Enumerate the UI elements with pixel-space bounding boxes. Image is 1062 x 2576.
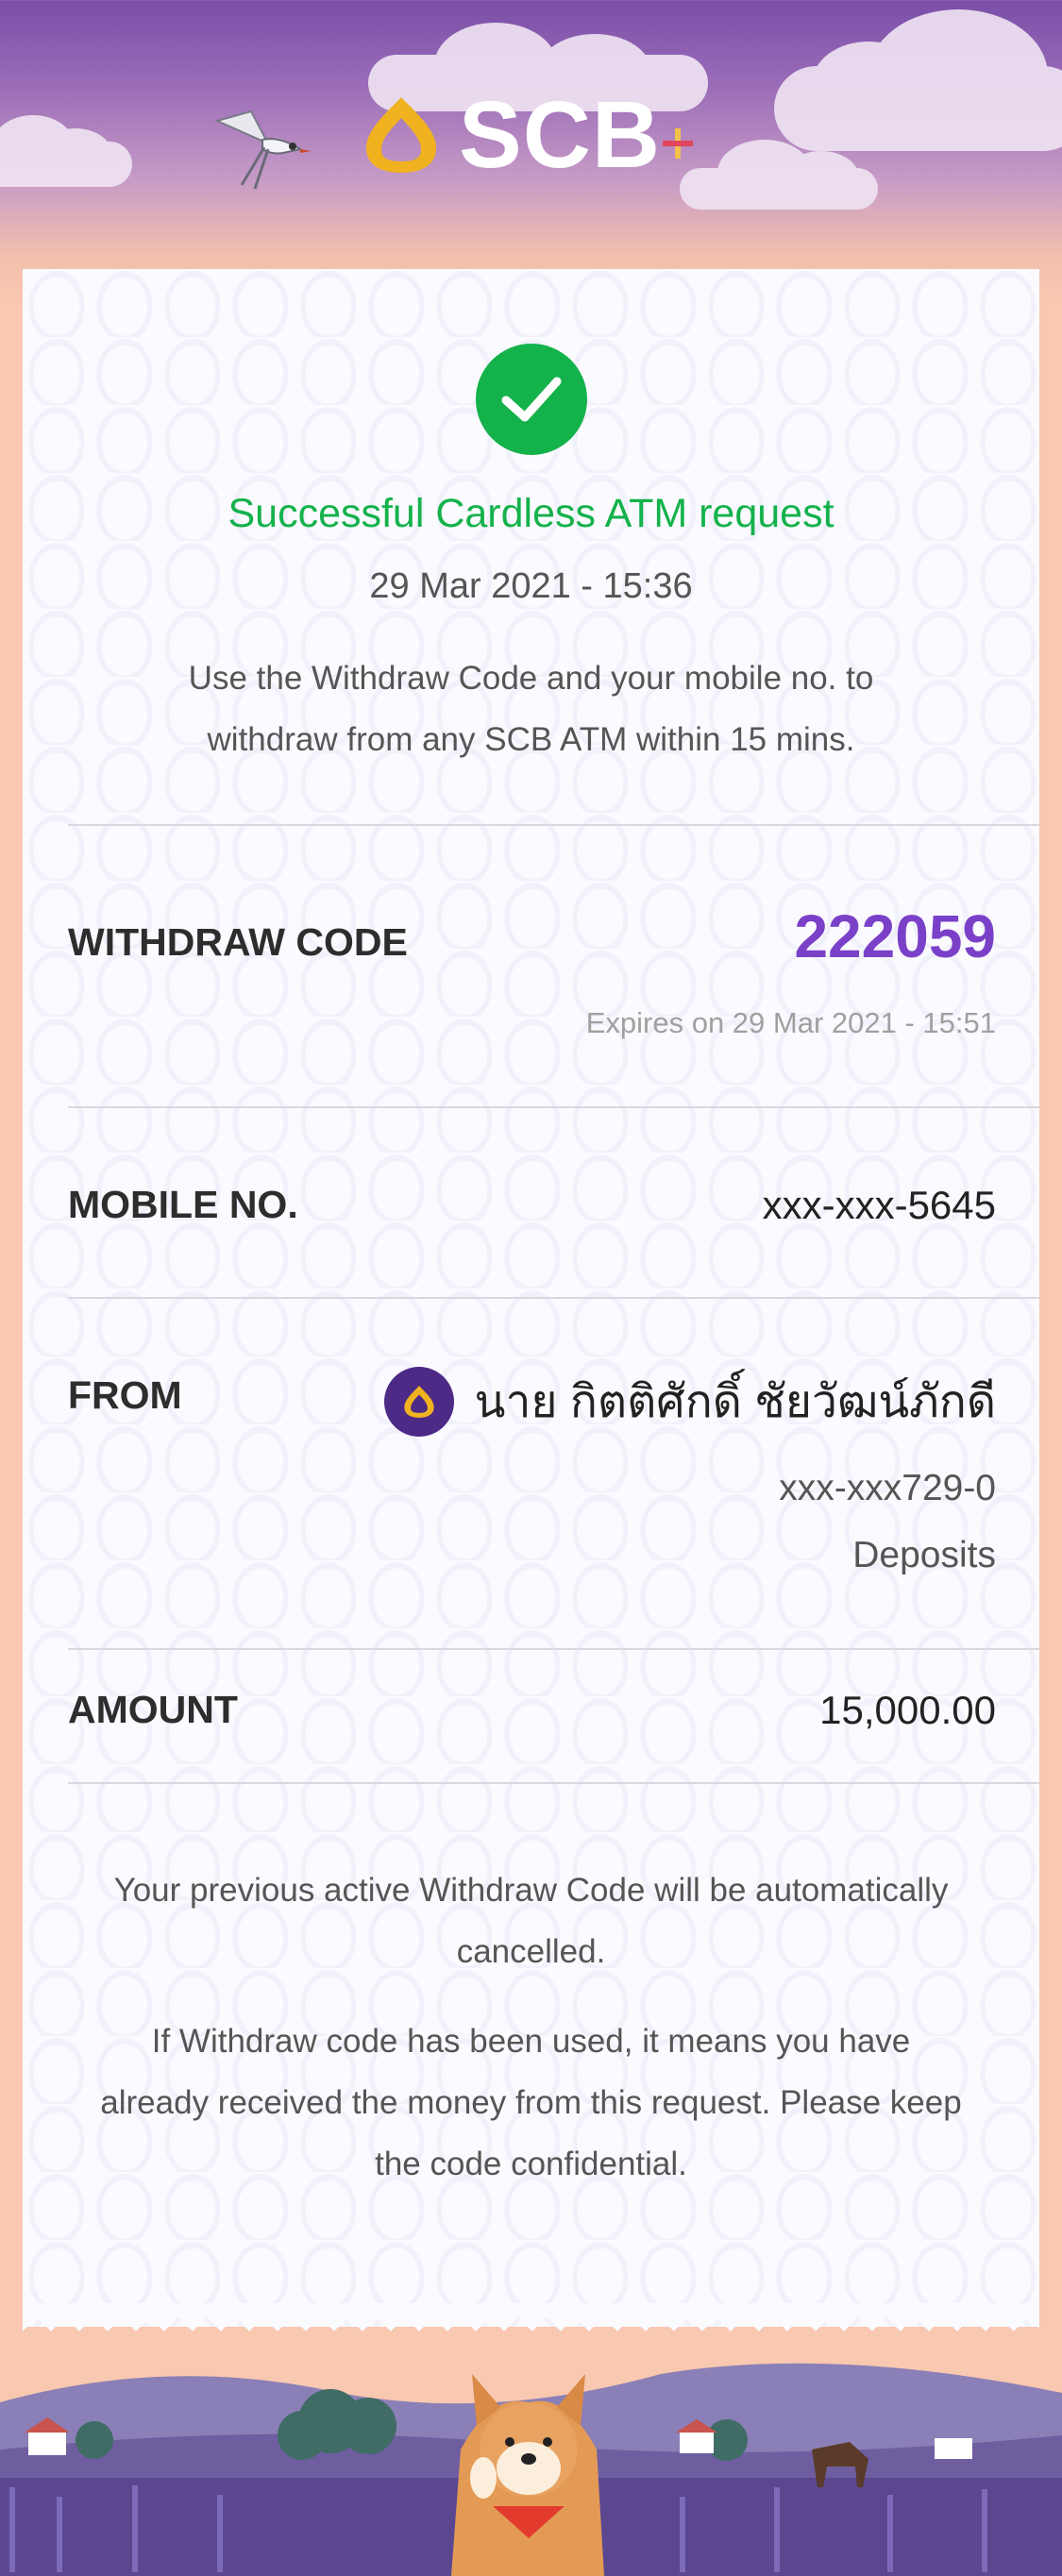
from-account-type: Deposits: [852, 1535, 996, 1575]
status-title: Successful Cardless ATM request: [228, 491, 834, 536]
divider: [68, 1648, 1039, 1650]
divider: [68, 824, 1039, 826]
receipt-zigzag-edge: [23, 2303, 1039, 2332]
from-account-number: xxx-xxx729-0: [779, 1468, 996, 1508]
scb-account-icon: [383, 1367, 454, 1437]
cloud-decoration: [680, 140, 878, 210]
brand-name: SCB: [459, 82, 662, 188]
divider: [68, 1782, 1039, 1784]
plus-icon: [663, 128, 693, 159]
mobile-label: MOBILE NO.: [68, 1183, 298, 1226]
withdraw-code-value: 222059: [794, 902, 996, 970]
code-expiry: Expires on 29 Mar 2021 - 15:51: [585, 1006, 996, 1039]
from-label: FROM: [68, 1373, 182, 1417]
from-account-holder: นาย กิตติศักดิ์ ชัยวัฒน์ภักดี: [383, 1366, 996, 1438]
success-check-icon: [476, 344, 587, 455]
withdraw-code-label: WITHDRAW CODE: [68, 920, 408, 964]
confidential-notice: If Withdraw code has been used, it means…: [100, 2023, 962, 2182]
amount-label: AMOUNT: [68, 1688, 238, 1731]
transaction-datetime: 29 Mar 2021 - 15:36: [369, 566, 693, 606]
scb-logo-icon: [366, 97, 436, 173]
mobile-value: xxx-xxx-5645: [762, 1183, 996, 1227]
amount-value: 15,000.00: [819, 1688, 996, 1732]
divider: [68, 1297, 1039, 1299]
divider: [68, 1106, 1039, 1108]
swallow-bird-icon: [214, 109, 312, 190]
cloud-decoration: [0, 115, 132, 187]
cancel-notice: Your previous active Withdraw Code will …: [113, 1872, 949, 1970]
from-account-name: นาย กิตติศักดิ์ ชัยวัฒน์ภักดี: [474, 1377, 996, 1427]
instructions-text: Use the Withdraw Code and your mobile no…: [188, 660, 874, 758]
lavender-field-illustration: [0, 2336, 1062, 2576]
cloud-decoration: [774, 9, 1062, 151]
scb-logo: SCB: [359, 83, 699, 187]
